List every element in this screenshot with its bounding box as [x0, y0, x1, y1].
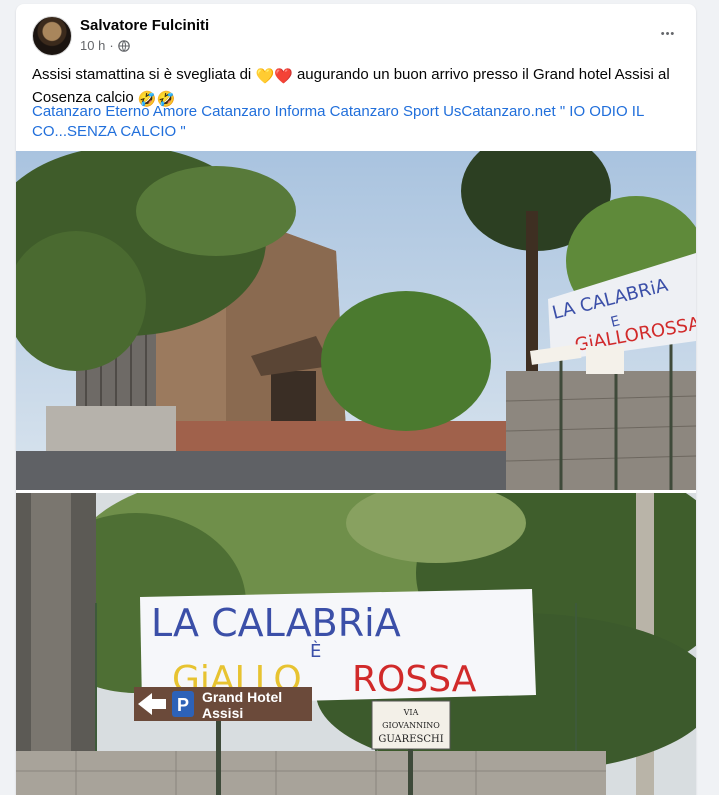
post-header: Salvatore Fulciniti 10 h · ••• — [32, 16, 680, 56]
street-sign-line1: VIA — [403, 708, 419, 717]
street-sign-line2: GIOVANNINO — [382, 721, 440, 730]
hotel-photo: LA CALABRiA E GiALLOROSSA — [16, 151, 696, 490]
post-meta: 10 h · — [80, 38, 130, 53]
banner-photo: LA CALABRiA È GiALLO ROSSA P Grand Hotel… — [16, 493, 696, 795]
post-card: Salvatore Fulciniti 10 h · ••• Assisi st… — [16, 4, 696, 795]
street-sign-line3: GUARESCHI — [378, 734, 443, 745]
banner-text-line1: LA CALABRiA — [151, 601, 401, 645]
hotel-sign-line2: Assisi — [202, 705, 243, 721]
post-time[interactable]: 10 h — [80, 38, 105, 53]
avatar[interactable] — [32, 16, 72, 56]
post-photo-hotel[interactable]: LA CALABRiA E GiALLOROSSA — [16, 151, 696, 490]
post-tags: Catanzaro Eterno Amore Catanzaro Informa… — [32, 102, 672, 142]
parking-sign-letter: P — [177, 695, 189, 715]
tag-link[interactable]: Catanzaro Informa — [201, 103, 325, 120]
tag-link[interactable]: Catanzaro Sport — [330, 103, 439, 120]
tag-link[interactable]: UsCatanzaro.net — [443, 103, 556, 120]
post-text-part1: Assisi stamattina si è svegliata di — [32, 66, 256, 83]
banner-text-line2: È — [310, 640, 321, 662]
hotel-sign-line1: Grand Hotel — [202, 689, 282, 705]
post-photo-banner[interactable]: LA CALABRiA È GiALLO ROSSA P Grand Hotel… — [16, 493, 696, 795]
meta-separator: · — [109, 38, 114, 53]
tag-link[interactable]: Catanzaro Eterno Amore — [32, 103, 197, 120]
heart-emoji: 💛❤️ — [255, 68, 293, 85]
globe-icon[interactable] — [117, 39, 130, 52]
more-options-button[interactable]: ••• — [650, 20, 686, 48]
banner-text-red: ROSSA — [352, 659, 477, 700]
author-name[interactable]: Salvatore Fulciniti — [80, 17, 209, 34]
more-icon: ••• — [660, 28, 676, 40]
